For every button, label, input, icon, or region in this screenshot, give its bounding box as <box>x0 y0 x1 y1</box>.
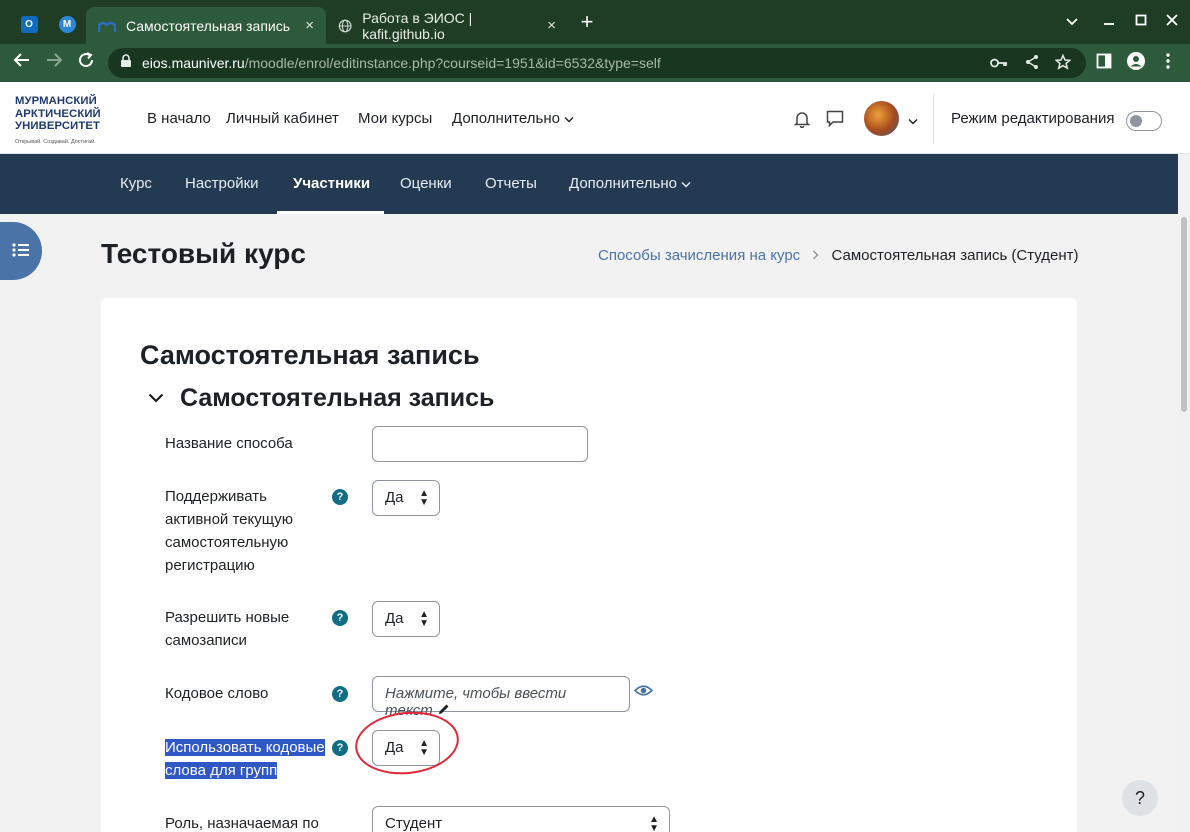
chevron-down-icon <box>681 182 691 188</box>
select-arrows-icon: ▲ ▼ <box>419 488 429 508</box>
page-title: Тестовый курс <box>101 238 306 269</box>
scrollbar-thumb[interactable] <box>1181 217 1187 412</box>
tab-title: Работа в ЭИОС | kafit.github.io <box>362 9 473 42</box>
page-scrollbar[interactable] <box>1178 214 1190 832</box>
tab-reports[interactable]: Отчеты <box>485 175 537 192</box>
side-panel-icon[interactable] <box>1092 51 1116 75</box>
help-icon[interactable]: ? <box>332 740 348 756</box>
keyword-input[interactable]: Нажмите, чтобы ввести текст <box>372 676 630 719</box>
reveal-eye-icon[interactable] <box>633 684 654 698</box>
allow-new-label: Разрешить новые самозаписи <box>165 609 290 649</box>
reload-icon[interactable] <box>74 51 98 75</box>
back-arrow-icon[interactable] <box>10 51 34 75</box>
pinned-tab-moodle[interactable]: M <box>52 10 82 38</box>
pencil-icon <box>438 704 449 714</box>
tab-title: Самостоятельная запись <box>126 17 291 34</box>
pinned-tab-outlook[interactable]: O <box>14 10 44 38</box>
nav-my-courses[interactable]: Мои курсы <box>358 110 432 127</box>
nav-more[interactable]: Дополнительно <box>452 110 574 127</box>
logo-line: АРКТИЧЕСКИЙ <box>15 107 101 120</box>
tab-participants[interactable]: Участники <box>293 175 370 192</box>
bell-icon[interactable] <box>793 110 811 129</box>
group-keys-label: Использовать кодовые слова для групп <box>165 739 325 779</box>
user-menu-chevron-icon[interactable] <box>904 112 922 130</box>
tab-settings[interactable]: Настройки <box>185 175 259 192</box>
select-arrows-icon: ▲ ▼ <box>649 814 659 832</box>
close-window-icon[interactable] <box>1160 10 1184 34</box>
logo-line: УНИВЕРСИТЕТ <box>15 120 100 132</box>
allow-new-select[interactable]: Да ▲ ▼ <box>372 601 440 637</box>
minimize-icon[interactable] <box>1097 10 1121 34</box>
maximize-icon[interactable] <box>1129 10 1153 34</box>
help-icon[interactable]: ? <box>332 610 348 626</box>
logo-line: МУРМАНСКИЙ <box>15 95 97 107</box>
tab-close-icon[interactable]: × <box>305 17 314 34</box>
collapse-chevron-icon[interactable] <box>148 390 166 408</box>
user-avatar[interactable] <box>864 101 899 136</box>
help-icon[interactable]: ? <box>332 686 348 702</box>
edit-mode-label: Режим редактирования <box>951 110 1115 127</box>
browser-menu-icon[interactable] <box>1156 51 1180 75</box>
breadcrumb-link-enrolment-methods[interactable]: Способы зачисления на курс <box>598 247 800 264</box>
course-secondary-nav: Курс Настройки Участники Оценки Отчеты Д… <box>0 154 1178 214</box>
breadcrumb-current: Самостоятельная запись (Студент) <box>831 247 1079 264</box>
profile-icon[interactable] <box>1124 51 1148 75</box>
section-heading[interactable]: Самостоятельная запись <box>180 384 494 413</box>
university-logo[interactable]: МУРМАНСКИЙ АРКТИЧЕСКИЙ УНИВЕРСИТЕТ Откры… <box>15 95 115 148</box>
tab-grades[interactable]: Оценки <box>400 175 452 192</box>
keep-active-label: Поддерживать активной текущую самостояте… <box>165 488 293 574</box>
tab-close-icon[interactable]: × <box>547 17 556 34</box>
tab-active-self-enrol[interactable]: Самостоятельная запись × <box>86 7 326 44</box>
tab-course[interactable]: Курс <box>120 175 152 192</box>
name-input[interactable] <box>372 426 588 462</box>
edit-mode-toggle[interactable] <box>1126 111 1162 131</box>
name-label: Название способа <box>165 435 293 452</box>
breadcrumb-chevron-icon <box>812 247 819 264</box>
share-icon[interactable] <box>1023 54 1041 72</box>
message-icon[interactable] <box>826 110 844 128</box>
breadcrumb: Способы зачисления на курс Самостоятельн… <box>598 247 1079 264</box>
keyword-label: Кодовое слово <box>165 685 269 702</box>
select-arrows-icon: ▲ ▼ <box>419 609 429 629</box>
browser-toolbar: eios.mauniver.ru/moodle/enrol/editinstan… <box>0 44 1190 82</box>
nav-dashboard[interactable]: Личный кабинет <box>226 110 339 127</box>
nav-home[interactable]: В начало <box>147 110 211 127</box>
course-index-drawer-button[interactable] <box>0 222 42 280</box>
browser-tab-strip: O M Самостоятельная запись × Работа в ЭИ… <box>0 0 1190 44</box>
role-select[interactable]: Студент ▲ ▼ <box>372 806 670 832</box>
keep-active-select[interactable]: Да ▲ ▼ <box>372 480 440 516</box>
site-header: МУРМАНСКИЙ АРКТИЧЕСКИЙ УНИВЕРСИТЕТ Откры… <box>0 82 1190 154</box>
bookmark-star-icon[interactable] <box>1054 53 1072 72</box>
chevron-down-icon <box>564 117 574 123</box>
header-divider <box>933 94 934 144</box>
site-info-lock-icon[interactable] <box>117 54 135 72</box>
tab-more[interactable]: Дополнительно <box>569 175 691 192</box>
active-tab-indicator <box>277 211 384 214</box>
logo-slogan: Открывай. Создавай. Достигай. <box>15 138 96 145</box>
form-card: Самостоятельная запись Самостоятельная з… <box>101 298 1077 832</box>
role-label: Роль, назначаемая по <box>165 815 319 832</box>
new-tab-button[interactable]: + <box>575 10 599 34</box>
key-icon[interactable] <box>990 54 1008 72</box>
address-bar[interactable]: eios.mauniver.ru/moodle/enrol/editinstan… <box>108 48 1086 78</box>
tab-search-chevron-icon[interactable] <box>1060 10 1084 34</box>
help-button[interactable]: ? <box>1122 780 1158 816</box>
tab-kafit[interactable]: Работа в ЭИОС | kafit.github.io × <box>326 7 568 44</box>
list-icon <box>12 243 29 257</box>
moodle-app-icon: M <box>58 15 76 33</box>
forward-arrow-icon[interactable] <box>42 51 66 75</box>
globe-icon <box>338 19 352 32</box>
outlook-icon: O <box>20 15 38 33</box>
help-icon[interactable]: ? <box>332 489 348 505</box>
url-text: eios.mauniver.ru/moodle/enrol/editinstan… <box>142 55 661 71</box>
form-heading: Самостоятельная запись <box>140 340 480 370</box>
moodle-favicon-icon <box>98 21 116 32</box>
